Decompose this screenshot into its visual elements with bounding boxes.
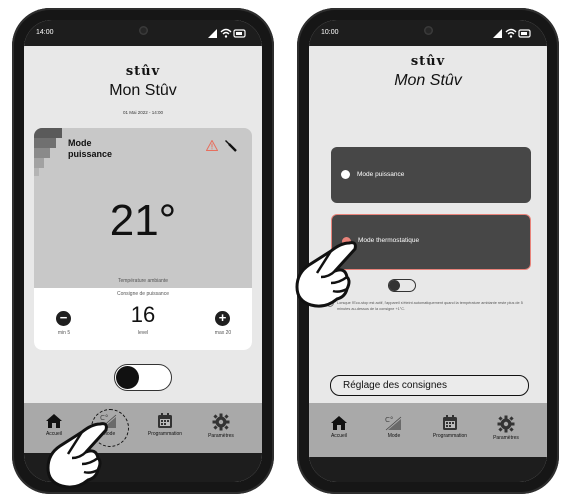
camera-icon xyxy=(424,26,433,35)
tab-label: Programmation xyxy=(432,433,468,439)
tab-label: Paramètres xyxy=(208,433,234,439)
home-indicator-bar xyxy=(309,457,547,482)
tab-label: Mode xyxy=(387,433,401,439)
page-title: Mon Stûv xyxy=(394,72,462,89)
gear-icon xyxy=(212,413,230,431)
tab-accueil[interactable]: Accueil xyxy=(311,415,367,439)
wrench-icon[interactable] xyxy=(224,139,238,153)
min-label: min 5 xyxy=(57,330,71,336)
tab-parametres[interactable]: Paramètres xyxy=(478,415,534,441)
system-status-icons xyxy=(493,28,531,38)
gear-icon xyxy=(497,415,515,433)
level-label: level xyxy=(137,330,149,336)
tab-label: Programmation xyxy=(147,431,183,437)
reglage-consignes-button[interactable]: Réglage des consignes xyxy=(330,375,529,396)
radio-unselected-icon xyxy=(341,170,350,179)
pointing-hand-icon xyxy=(46,422,108,489)
left-screen: 14:00 stûv Mon Stûv 01 Mai 2022 - 14:00 xyxy=(24,20,262,482)
status-time: 10:00 xyxy=(321,29,339,36)
status-time: 14:00 xyxy=(36,29,54,36)
mode-puissance-option[interactable]: Mode puissance xyxy=(331,147,531,203)
mode-puissance-label: Mode puissance xyxy=(357,171,405,178)
mode-label-line2: puissance xyxy=(68,149,113,159)
brand-logo: stûv xyxy=(125,64,161,79)
camera-icon xyxy=(139,26,148,35)
status-bar: 10:00 xyxy=(309,20,547,46)
page-title: Mon Stûv xyxy=(109,82,177,99)
temperature-caption: Température ambiante xyxy=(117,278,169,284)
power-toggle[interactable] xyxy=(114,364,172,391)
mode-thermostatique-label: Mode thermostatique xyxy=(358,237,420,244)
max-label: max 20 xyxy=(214,330,232,336)
mode-card: Mode puissance 21° Température ambiante … xyxy=(34,128,252,350)
temperature-value: 21° xyxy=(109,196,177,245)
tab-programmation[interactable]: Programmation xyxy=(137,413,193,437)
mode-label-line1: Mode xyxy=(68,138,92,148)
tab-label: Accueil xyxy=(330,433,348,439)
system-status-icons xyxy=(208,28,246,38)
tab-programmation[interactable]: Programmation xyxy=(422,415,478,439)
svg-text:C°: C° xyxy=(385,416,393,424)
pointing-hand-icon xyxy=(295,241,357,308)
date-time: 01 Mai 2022 - 14:00 xyxy=(122,110,164,115)
brand-logo: stûv xyxy=(410,54,446,69)
tab-label: Paramètres xyxy=(493,435,519,441)
bottom-tab-bar: Accueil C° Mode Programmation Paramètres xyxy=(309,403,547,457)
home-icon xyxy=(331,416,347,430)
eco-stop-info: Lorsque l'Eco-stop est actif, l'appareil… xyxy=(337,301,523,311)
calendar-icon xyxy=(158,413,172,428)
tab-mode[interactable]: C° Mode xyxy=(366,415,422,439)
tab-parametres[interactable]: Paramètres xyxy=(193,413,249,439)
increase-button[interactable]: + xyxy=(215,311,230,326)
status-bar: 14:00 xyxy=(24,20,262,46)
setpoint-caption: Consigne de puissance xyxy=(117,291,169,297)
mode-label: Mode puissance xyxy=(68,138,112,160)
setpoint-panel: Consigne de puissance − min 5 16 level +… xyxy=(34,288,252,350)
mode-thermostatique-option[interactable]: Mode thermostatique xyxy=(331,214,531,270)
stairs-icon xyxy=(34,128,62,176)
calendar-icon xyxy=(443,415,457,430)
mode-icon: C° xyxy=(385,416,402,431)
warning-icon[interactable] xyxy=(206,140,218,151)
toggle-knob xyxy=(389,280,400,291)
eco-stop-toggle[interactable] xyxy=(388,279,416,292)
toggle-knob xyxy=(116,366,139,389)
